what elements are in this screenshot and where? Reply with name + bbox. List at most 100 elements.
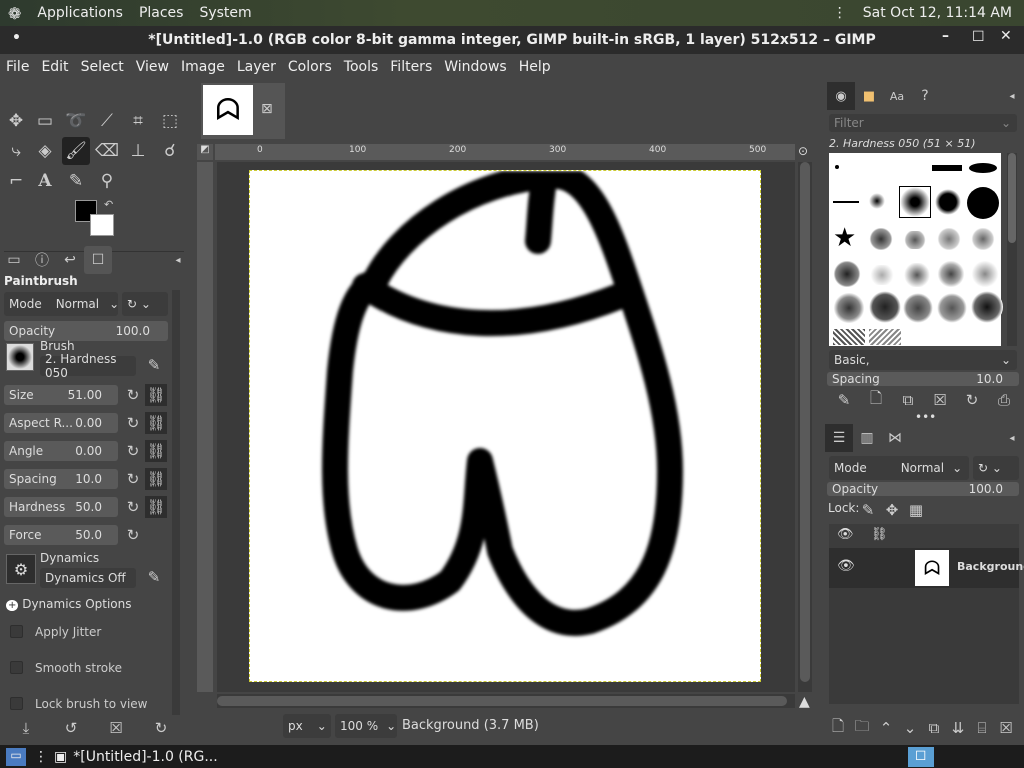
force-slider[interactable]: Force 50.0 <box>4 525 118 545</box>
aspect-ratio-slider[interactable]: Aspect R... 0.00 <box>4 413 118 433</box>
menu-layer[interactable]: Layer <box>231 59 282 75</box>
brush-item[interactable] <box>869 265 895 285</box>
link-hardness-icon[interactable]: ⛓ <box>145 496 167 518</box>
layer-mask-icon[interactable]: ⌸ <box>971 717 993 739</box>
options-scrollbar[interactable] <box>172 290 180 715</box>
menu-help[interactable]: Help <box>513 59 557 75</box>
brush-item[interactable] <box>869 193 885 209</box>
brush-spacing-slider[interactable]: Spacing 10.0 <box>827 372 1019 386</box>
menu-view[interactable]: View <box>130 59 175 75</box>
taskbar-window-button[interactable]: *[Untitled]-1.0 (RG... <box>73 749 217 765</box>
brush-item[interactable] <box>971 228 995 250</box>
menu-select[interactable]: Select <box>75 59 130 75</box>
lock-brush-checkbox[interactable] <box>10 697 23 710</box>
reset-aspect-icon[interactable]: ↻ <box>122 412 144 434</box>
menu-filters[interactable]: Filters <box>384 59 438 75</box>
link-aspect-icon[interactable]: ⛓ <box>145 412 167 434</box>
close-icon[interactable]: ✕ <box>1000 28 1012 44</box>
places-menu[interactable]: Places <box>131 5 192 21</box>
applications-menu[interactable]: Applications <box>29 5 131 21</box>
tab-paths-icon[interactable]: ⋈ <box>881 424 909 452</box>
reset-spacing-icon[interactable]: ↻ <box>122 468 144 490</box>
minimize-icon[interactable]: – <box>942 28 949 44</box>
swap-colors-icon[interactable]: ↶ <box>104 198 113 211</box>
delete-layer-icon[interactable]: ☒ <box>995 717 1017 739</box>
brush-item[interactable]: ★ <box>833 223 856 253</box>
maximize-icon[interactable]: ☐ <box>972 29 985 45</box>
new-layer-icon[interactable]: 🗋 <box>827 717 849 739</box>
unit-combo[interactable]: px ⌄ <box>283 714 331 738</box>
reset-hardness-icon[interactable]: ↻ <box>122 496 144 518</box>
brush-preview[interactable] <box>6 343 34 371</box>
zoom-combo[interactable]: 100 % ⌄ <box>335 714 397 738</box>
kebab-icon[interactable]: ⋮ <box>825 5 855 21</box>
hardness-slider[interactable]: Hardness 50.0 <box>4 497 118 517</box>
duplicate-brush-icon[interactable]: ⧉ <box>897 389 919 411</box>
tab-brushes-icon[interactable]: ◉ <box>827 82 855 110</box>
crop-tool-icon[interactable]: ⌗ <box>124 107 152 135</box>
horizontal-scroll-thumb[interactable] <box>217 696 787 706</box>
lock-pixels-icon[interactable]: ✎ <box>857 499 879 521</box>
reset-size-icon[interactable]: ↻ <box>122 384 144 406</box>
brush-item[interactable] <box>967 187 999 219</box>
zoom-fit-icon[interactable]: ⊙ <box>798 144 808 158</box>
navigate-icon[interactable]: ▲ <box>799 694 810 710</box>
brush-item[interactable] <box>869 329 901 345</box>
apply-jitter-checkbox[interactable] <box>10 625 23 638</box>
brush-grid-scroll-thumb[interactable] <box>1008 153 1016 243</box>
lock-alpha-icon[interactable]: ▦ <box>905 499 927 521</box>
delete-brush-icon[interactable]: ☒ <box>929 389 951 411</box>
brush-tag-combo[interactable]: Basic, ⌄ <box>829 350 1017 370</box>
brush-item[interactable] <box>833 329 865 345</box>
tab-device-status-icon[interactable]: ⓘ <box>28 246 56 274</box>
layer-row[interactable]: 👁 ᗣ Background <box>829 548 1024 588</box>
save-options-icon[interactable]: ⤓ <box>15 717 37 739</box>
visibility-eye-icon[interactable]: 👁 <box>837 558 855 574</box>
tab-channels-icon[interactable]: ▥ <box>853 424 881 452</box>
raise-layer-icon[interactable]: ⌃ <box>875 717 897 739</box>
system-menu[interactable]: System <box>191 5 259 21</box>
reset-mode-button[interactable]: ↻ ⌄ <box>122 292 168 316</box>
edit-dynamics-icon[interactable]: ✎ <box>143 566 165 588</box>
menu-windows[interactable]: Windows <box>438 59 513 75</box>
opacity-slider[interactable]: Opacity 100.0 <box>4 321 168 341</box>
new-brush-icon[interactable]: 🗋 <box>865 389 887 411</box>
brush-name-field[interactable]: 2. Hardness 050 <box>40 352 136 380</box>
brush-grid[interactable]: ★ <box>829 153 1003 346</box>
window-menu-icon[interactable]: • <box>12 30 21 46</box>
panel-menu-icon[interactable]: ◂ <box>164 246 192 274</box>
duplicate-layer-icon[interactable]: ⧉ <box>923 717 945 739</box>
restore-options-icon[interactable]: ↺ <box>60 717 82 739</box>
panel-menu-icon[interactable]: ◂ <box>998 424 1024 452</box>
clone-tool-icon[interactable]: ⊥ <box>124 137 152 165</box>
panel-menu-icon[interactable]: ◂ <box>998 82 1024 110</box>
brush-item[interactable] <box>932 165 962 171</box>
bucket-fill-tool-icon[interactable]: ◈ <box>31 137 59 165</box>
warp-tool-icon[interactable]: ⤷ <box>2 137 30 165</box>
link-angle-icon[interactable]: ⛓ <box>145 440 167 462</box>
background-color-swatch[interactable] <box>90 214 114 236</box>
horizontal-scrollbar[interactable] <box>217 694 795 708</box>
brush-item[interactable] <box>869 291 901 323</box>
menu-image[interactable]: Image <box>175 59 231 75</box>
tab-images-icon[interactable]: ☐ <box>84 246 112 274</box>
lock-position-icon[interactable]: ✥ <box>881 499 903 521</box>
brush-item[interactable] <box>971 261 999 287</box>
zoom-tool-icon[interactable]: ⚲ <box>93 167 121 195</box>
tab-undo-history-icon[interactable]: ↩ <box>56 246 84 274</box>
brush-grid-scrollbar[interactable] <box>1007 153 1017 346</box>
brush-item[interactable] <box>835 165 839 169</box>
brush-item-selected[interactable] <box>899 186 931 218</box>
color-picker-tool-icon[interactable]: ✎ <box>62 167 90 195</box>
quick-mask-icon[interactable]: ◩ <box>197 144 213 160</box>
spacing-slider[interactable]: Spacing 10.0 <box>4 469 118 489</box>
brush-item[interactable] <box>937 261 965 287</box>
show-desktop-icon[interactable]: ▭ <box>6 747 26 766</box>
edit-brush-icon[interactable]: ✎ <box>143 354 165 376</box>
brush-item[interactable] <box>833 201 859 203</box>
layer-opacity-slider[interactable]: Opacity 100.0 <box>827 482 1019 496</box>
menu-colors[interactable]: Colors <box>282 59 338 75</box>
reset-force-icon[interactable]: ↻ <box>122 524 144 546</box>
brush-item[interactable] <box>833 293 865 323</box>
tab-help-icon[interactable]: ? <box>911 82 939 110</box>
